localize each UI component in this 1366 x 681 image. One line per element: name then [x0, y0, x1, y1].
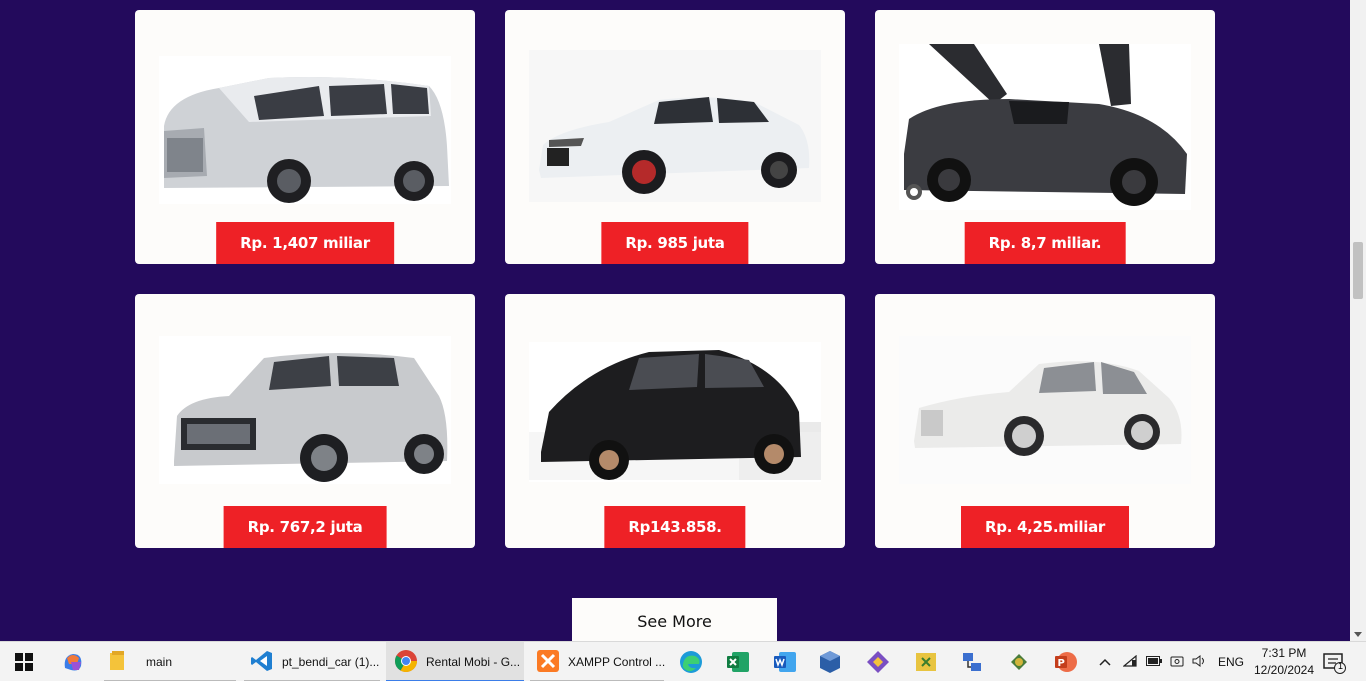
- chevron-up-icon[interactable]: [1099, 655, 1111, 669]
- taskbar-clock[interactable]: 7:31 PM 12/20/2024: [1252, 645, 1316, 679]
- volume-icon[interactable]: [1192, 654, 1206, 671]
- price-badge[interactable]: Rp. 4,25.miliar: [961, 506, 1129, 548]
- car-image-jazz: [529, 342, 821, 482]
- taskbar-app-label: main: [146, 655, 173, 669]
- xampp-icon: [536, 649, 560, 676]
- git-tool-icon[interactable]: [866, 650, 890, 674]
- clock-time: 7:31 PM: [1261, 646, 1307, 660]
- network-tool-icon[interactable]: [960, 650, 984, 674]
- battery-icon[interactable]: [1146, 655, 1162, 669]
- clock-date: 12/20/2024: [1253, 663, 1315, 677]
- vertical-scrollbar[interactable]: [1350, 0, 1366, 641]
- car-image-alphard: [159, 56, 451, 204]
- windows-start-icon[interactable]: [12, 650, 36, 674]
- svg-text:P: P: [1058, 658, 1065, 669]
- car-image-pajero: [159, 336, 451, 484]
- utility-icon[interactable]: [1007, 650, 1031, 674]
- car-card-jazz[interactable]: Rp143.858.: [505, 294, 845, 548]
- price-badge[interactable]: Rp. 1,407 miliar: [216, 222, 394, 264]
- price-badge[interactable]: Rp. 767,2 juta: [223, 506, 387, 548]
- car-card-alphard[interactable]: Rp. 1,407 miliar: [135, 10, 475, 264]
- notification-count-badge: 1: [1337, 661, 1343, 671]
- edge-icon[interactable]: [679, 650, 703, 674]
- car-image-rolls-royce: [899, 336, 1191, 484]
- taskbar-app-vscode[interactable]: pt_bendi_car (1)...: [244, 642, 380, 681]
- car-card-rolls-royce[interactable]: Rp. 4,25.miliar: [875, 294, 1215, 548]
- page-content: Rp. 1,407 miliar Rp. 985 juta Rp. 8,7 mi…: [0, 0, 1350, 641]
- car-image-lamborghini: [899, 44, 1191, 210]
- taskbar-app-label: XAMPP Control ...: [568, 655, 666, 669]
- copilot-icon[interactable]: [61, 650, 85, 674]
- chrome-icon: [394, 649, 418, 676]
- car-card-lamborghini[interactable]: Rp. 8,7 miliar.: [875, 10, 1215, 264]
- camera-privacy-icon[interactable]: [1170, 654, 1184, 671]
- car-card-bmw[interactable]: Rp. 985 juta: [505, 10, 845, 264]
- taskbar-app-file-explorer[interactable]: main: [104, 642, 236, 681]
- folder-icon: [110, 650, 126, 674]
- scroll-down-arrow-icon[interactable]: [1354, 632, 1362, 637]
- language-indicator[interactable]: ENG: [1218, 655, 1244, 669]
- taskbar-app-label: pt_bendi_car (1)...: [282, 655, 380, 669]
- taskbar: main pt_bendi_car (1)... Rental Mobi - G…: [0, 641, 1366, 681]
- system-tray: ENG: [1096, 642, 1246, 681]
- taskbar-app-label: Rental Mobi - G...: [426, 655, 521, 669]
- price-badge[interactable]: Rp143.858.: [604, 506, 746, 548]
- car-card-pajero[interactable]: Rp. 767,2 juta: [135, 294, 475, 548]
- car-image-bmw: [529, 50, 821, 202]
- folder-tool-icon[interactable]: [914, 650, 938, 674]
- taskbar-app-xampp[interactable]: XAMPP Control ...: [530, 642, 666, 681]
- see-more-button[interactable]: See More: [572, 598, 777, 641]
- wifi-icon[interactable]: [1122, 654, 1137, 670]
- powerpoint-icon[interactable]: P: [1054, 650, 1078, 674]
- vscode-icon: [250, 649, 274, 676]
- scrollbar-thumb[interactable]: [1353, 242, 1363, 299]
- taskbar-app-chrome[interactable]: Rental Mobi - G...: [386, 642, 524, 681]
- excel-icon[interactable]: [726, 650, 750, 674]
- price-badge[interactable]: Rp. 8,7 miliar.: [964, 222, 1126, 264]
- virtualbox-icon[interactable]: [818, 650, 842, 674]
- notification-center-icon[interactable]: 1: [1322, 650, 1346, 674]
- word-icon[interactable]: [773, 650, 797, 674]
- price-badge[interactable]: Rp. 985 juta: [601, 222, 749, 264]
